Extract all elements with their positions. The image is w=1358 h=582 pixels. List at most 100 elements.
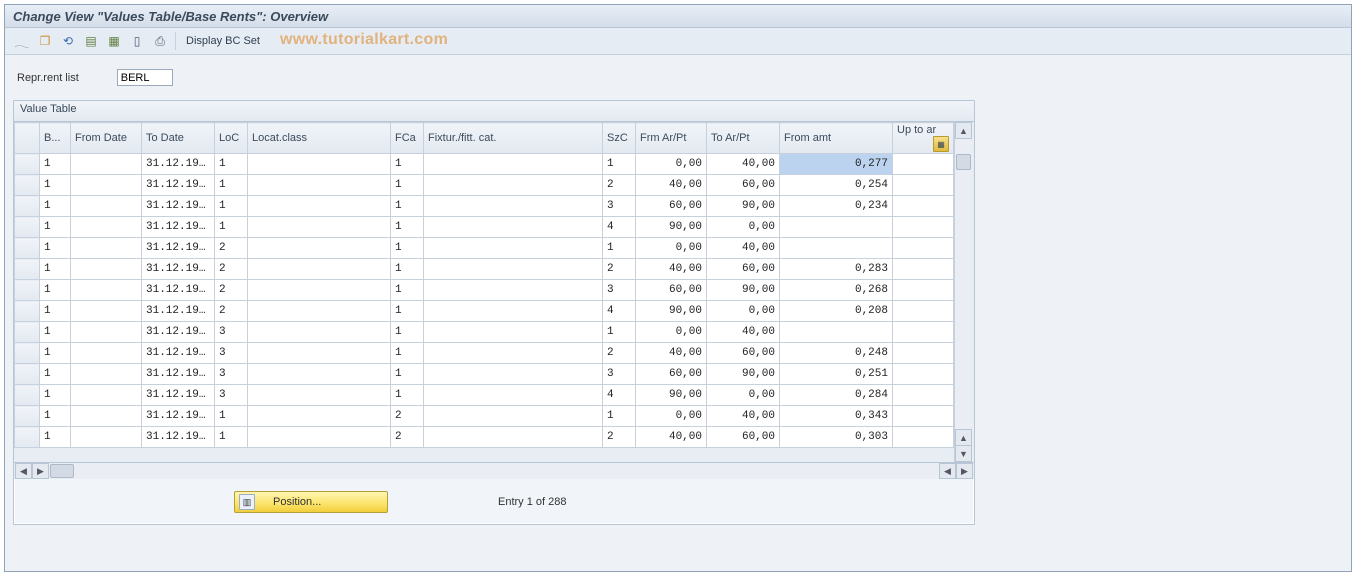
cell-b[interactable]: 1: [40, 238, 71, 259]
cell-frm[interactable]: 90,00: [636, 301, 707, 322]
scroll-left-button-right[interactable]: ◀: [939, 463, 956, 479]
cell-locc[interactable]: [248, 259, 391, 280]
cell-locc[interactable]: [248, 364, 391, 385]
scroll-up-button[interactable]: ▲: [955, 122, 972, 139]
cell-to[interactable]: 31.12.1918: [142, 259, 215, 280]
column-header[interactable]: From amt: [780, 123, 893, 154]
cell-to[interactable]: 31.12.1918: [142, 175, 215, 196]
cell-toar[interactable]: 60,00: [707, 259, 780, 280]
cell-famt[interactable]: 0,248: [780, 343, 893, 364]
column-header[interactable]: Up to ar▦: [893, 123, 954, 154]
cell-b[interactable]: 1: [40, 175, 71, 196]
cell-famt[interactable]: [780, 217, 893, 238]
cell-frm[interactable]: 60,00: [636, 364, 707, 385]
cell-to[interactable]: 31.12.1918: [142, 301, 215, 322]
table-row[interactable]: 131.12.191821240,0060,000,283: [15, 259, 954, 280]
cell-famt[interactable]: 0,254: [780, 175, 893, 196]
cell-loc[interactable]: 3: [215, 385, 248, 406]
cell-fca[interactable]: 1: [391, 196, 424, 217]
scroll-down-button[interactable]: ▼: [955, 445, 972, 462]
vertical-scrollbar[interactable]: ▲ ▲ ▼: [954, 122, 971, 462]
cell-upto[interactable]: [893, 427, 954, 448]
cell-szc[interactable]: 4: [603, 217, 636, 238]
table-row[interactable]: 131.12.191811240,0060,000,254: [15, 175, 954, 196]
cell-from[interactable]: [71, 364, 142, 385]
cell-locc[interactable]: [248, 196, 391, 217]
cell-fca[interactable]: 1: [391, 217, 424, 238]
table-row[interactable]: 131.12.19181110,0040,000,277: [15, 154, 954, 175]
cell-b[interactable]: 1: [40, 406, 71, 427]
cell-fca[interactable]: 1: [391, 364, 424, 385]
column-header[interactable]: Fixtur./fitt. cat.: [424, 123, 603, 154]
cell-frm[interactable]: 0,00: [636, 406, 707, 427]
cell-fca[interactable]: 1: [391, 385, 424, 406]
cell-frm[interactable]: 0,00: [636, 322, 707, 343]
table-row[interactable]: 131.12.191812240,0060,000,303: [15, 427, 954, 448]
cell-toar[interactable]: 90,00: [707, 364, 780, 385]
cell-upto[interactable]: [893, 280, 954, 301]
cell-fca[interactable]: 1: [391, 322, 424, 343]
cell-famt[interactable]: [780, 238, 893, 259]
cell-fitt[interactable]: [424, 322, 603, 343]
cell-fca[interactable]: 2: [391, 406, 424, 427]
column-header[interactable]: SzC: [603, 123, 636, 154]
cell-from[interactable]: [71, 238, 142, 259]
cell-b[interactable]: 1: [40, 322, 71, 343]
cell-szc[interactable]: 2: [603, 427, 636, 448]
cell-szc[interactable]: 1: [603, 154, 636, 175]
cell-from[interactable]: [71, 175, 142, 196]
cell-locc[interactable]: [248, 154, 391, 175]
row-selector[interactable]: [15, 280, 40, 301]
cell-fca[interactable]: 1: [391, 175, 424, 196]
cell-loc[interactable]: 2: [215, 259, 248, 280]
cell-frm[interactable]: 90,00: [636, 217, 707, 238]
cell-loc[interactable]: 1: [215, 217, 248, 238]
table-row[interactable]: 131.12.191821490,000,000,208: [15, 301, 954, 322]
cell-fitt[interactable]: [424, 217, 603, 238]
cell-from[interactable]: [71, 406, 142, 427]
table-row[interactable]: 131.12.191811490,000,00: [15, 217, 954, 238]
cell-szc[interactable]: 1: [603, 406, 636, 427]
cell-frm[interactable]: 90,00: [636, 385, 707, 406]
column-header[interactable]: FCa: [391, 123, 424, 154]
cell-fitt[interactable]: [424, 238, 603, 259]
cell-to[interactable]: 31.12.1918: [142, 322, 215, 343]
cell-fca[interactable]: 1: [391, 154, 424, 175]
cell-loc[interactable]: 2: [215, 280, 248, 301]
cell-from[interactable]: [71, 280, 142, 301]
cell-frm[interactable]: 0,00: [636, 154, 707, 175]
cell-fitt[interactable]: [424, 364, 603, 385]
cell-locc[interactable]: [248, 238, 391, 259]
cell-famt[interactable]: [780, 322, 893, 343]
cell-loc[interactable]: 3: [215, 343, 248, 364]
cell-szc[interactable]: 3: [603, 196, 636, 217]
cell-loc[interactable]: 1: [215, 406, 248, 427]
column-header[interactable]: B...: [40, 123, 71, 154]
cell-to[interactable]: 31.12.1918: [142, 427, 215, 448]
cell-fitt[interactable]: [424, 343, 603, 364]
table-row[interactable]: 131.12.191831240,0060,000,248: [15, 343, 954, 364]
cell-b[interactable]: 1: [40, 280, 71, 301]
row-selector[interactable]: [15, 238, 40, 259]
cell-locc[interactable]: [248, 175, 391, 196]
cell-szc[interactable]: 4: [603, 385, 636, 406]
cell-fitt[interactable]: [424, 406, 603, 427]
cell-famt[interactable]: 0,251: [780, 364, 893, 385]
cell-famt[interactable]: 0,283: [780, 259, 893, 280]
cell-locc[interactable]: [248, 343, 391, 364]
cell-from[interactable]: [71, 322, 142, 343]
cell-fitt[interactable]: [424, 280, 603, 301]
scroll-left-button[interactable]: ◀: [15, 463, 32, 479]
cell-to[interactable]: 31.12.1918: [142, 217, 215, 238]
row-selector[interactable]: [15, 322, 40, 343]
cell-locc[interactable]: [248, 322, 391, 343]
cell-szc[interactable]: 3: [603, 364, 636, 385]
cell-toar[interactable]: 40,00: [707, 154, 780, 175]
cell-from[interactable]: [71, 301, 142, 322]
cell-famt[interactable]: 0,277: [780, 154, 893, 175]
row-selector[interactable]: [15, 427, 40, 448]
cell-from[interactable]: [71, 217, 142, 238]
cell-toar[interactable]: 60,00: [707, 175, 780, 196]
column-header[interactable]: LoC: [215, 123, 248, 154]
cell-fitt[interactable]: [424, 385, 603, 406]
